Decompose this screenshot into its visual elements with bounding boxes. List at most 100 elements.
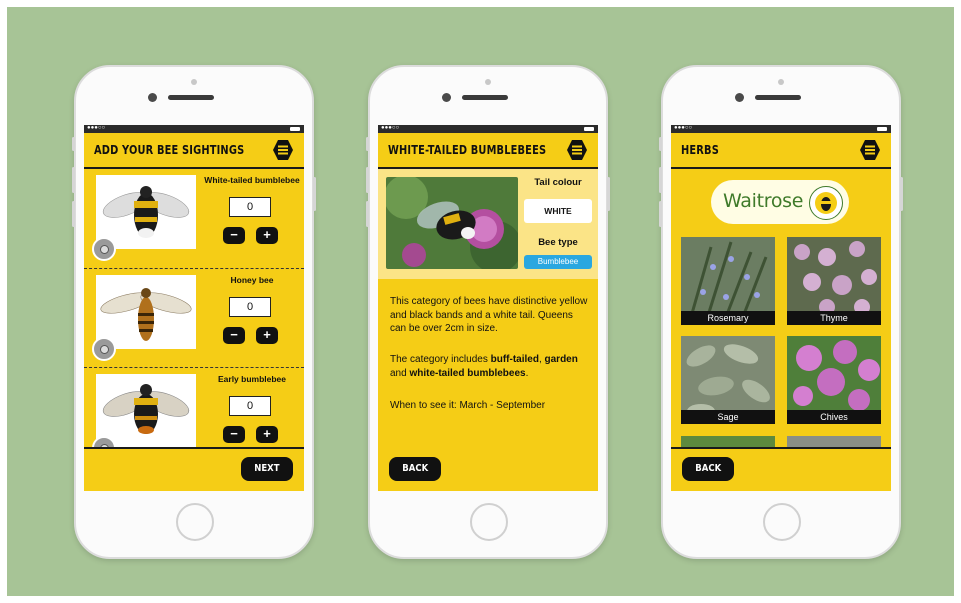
herb-tile-partial[interactable] xyxy=(681,435,775,447)
signal-icon: ●●●○○ xyxy=(674,125,693,131)
volume-up-button xyxy=(659,167,662,193)
herb-tile-chives[interactable]: Chives xyxy=(787,336,881,424)
mute-switch xyxy=(72,137,75,151)
home-button[interactable] xyxy=(763,503,801,541)
status-bar: ●●●○○ xyxy=(671,125,891,133)
sensor-dot xyxy=(191,79,197,85)
power-button xyxy=(313,177,316,211)
herb-label: Rosemary xyxy=(681,311,775,325)
earpiece-speaker xyxy=(755,95,801,100)
garden-text: garden xyxy=(544,354,578,365)
decrement-button[interactable]: − xyxy=(223,227,245,244)
herb-tile-partial[interactable] xyxy=(787,435,881,447)
tail-colour-label: Tail colour xyxy=(534,177,582,188)
power-button xyxy=(900,177,903,211)
includes-prefix: The category includes xyxy=(390,354,491,365)
species-name: Early bumblebee xyxy=(217,374,287,384)
battery-icon xyxy=(877,127,887,131)
volume-up-button xyxy=(366,167,369,193)
herb-tile-thyme[interactable]: Thyme xyxy=(787,237,881,325)
count-field[interactable]: 0 xyxy=(229,396,271,416)
herb-label: Sage xyxy=(681,410,775,424)
sensor-dot xyxy=(485,79,491,85)
app-header: HERBS xyxy=(671,133,891,169)
sensor-dot xyxy=(778,79,784,85)
status-bar: ●●●○○ xyxy=(378,125,598,133)
earpiece-speaker xyxy=(168,95,214,100)
bee-image-white-tailed xyxy=(96,175,196,249)
back-button[interactable]: BACK xyxy=(682,457,734,481)
herb-label: Thyme xyxy=(787,311,881,325)
page-title: ADD YOUR BEE SIGHTINGS xyxy=(94,143,245,157)
decrement-button[interactable]: − xyxy=(223,327,245,344)
species-name: Honey bee xyxy=(230,275,274,285)
footer-bar: BACK xyxy=(671,447,891,491)
front-camera xyxy=(148,93,157,102)
battery-icon xyxy=(584,127,594,131)
logo-text: Waitrose xyxy=(723,190,804,212)
signal-icon: ●●●○○ xyxy=(381,125,400,131)
bee-image-early-bumblebee xyxy=(96,374,196,448)
list-item: Honey bee 0 − + xyxy=(84,269,304,367)
battery-icon xyxy=(290,127,300,131)
list-item: White-tailed bumblebee 0 − + xyxy=(84,169,304,267)
app-header: WHITE-TAILED BUMBLEBEES xyxy=(378,133,598,169)
bee-type-label: Bee type xyxy=(538,237,578,248)
bee-photo xyxy=(386,177,518,269)
and-text: and xyxy=(390,367,410,379)
mute-switch xyxy=(366,137,369,151)
home-button[interactable] xyxy=(470,503,508,541)
view-details-icon[interactable] xyxy=(92,337,116,361)
screen-bee-sightings: ●●●○○ ADD YOUR BEE SIGHTINGS White-taile… xyxy=(84,125,304,491)
volume-up-button xyxy=(72,167,75,193)
herb-tile-sage[interactable]: Sage xyxy=(681,336,775,424)
species-name: White-tailed bumblebee xyxy=(204,175,300,185)
decrement-button[interactable]: − xyxy=(223,426,245,443)
earpiece-speaker xyxy=(462,95,508,100)
increment-button[interactable]: + xyxy=(256,227,278,244)
menu-icon[interactable] xyxy=(859,139,881,161)
mute-switch xyxy=(659,137,662,151)
tail-colour-value: WHITE xyxy=(524,199,592,223)
next-button[interactable]: NEXT xyxy=(241,457,293,481)
home-button[interactable] xyxy=(176,503,214,541)
screen-herbs: ●●●○○ HERBS Waitrose Rosemary Thyme Sage… xyxy=(671,125,891,491)
menu-icon[interactable] xyxy=(272,139,294,161)
volume-down-button xyxy=(659,201,662,227)
description-paragraph: This category of bees have distinctive y… xyxy=(390,296,588,334)
page-title: HERBS xyxy=(681,143,719,157)
herb-tile-rosemary[interactable]: Rosemary xyxy=(681,237,775,325)
back-label: BACK xyxy=(402,463,428,474)
waitrose-logo: Waitrose xyxy=(711,180,849,224)
view-details-icon[interactable] xyxy=(92,237,116,261)
bee-type-badge: Bumblebee xyxy=(524,255,592,269)
pollinator-seal-icon xyxy=(809,186,843,220)
when-to-see-text: When to see it: March - September xyxy=(390,400,546,411)
herb-label: Chives xyxy=(787,410,881,424)
phone-mockup-2: ●●●○○ WHITE-TAILED BUMBLEBEES Tail colou… xyxy=(366,65,610,559)
front-camera xyxy=(442,93,451,102)
buff-tailed-text: buff-tailed xyxy=(490,354,539,365)
status-bar: ●●●○○ xyxy=(84,125,304,133)
back-button[interactable]: BACK xyxy=(389,457,441,481)
detail-panel: Tail colour WHITE Bee type Bumblebee xyxy=(378,169,598,279)
power-button xyxy=(607,177,610,211)
signal-icon: ●●●○○ xyxy=(87,125,106,131)
screen-bee-detail: ●●●○○ WHITE-TAILED BUMBLEBEES Tail colou… xyxy=(378,125,598,491)
count-field[interactable]: 0 xyxy=(229,197,271,217)
back-label: BACK xyxy=(695,463,721,474)
next-label: NEXT xyxy=(254,463,280,474)
menu-icon[interactable] xyxy=(566,139,588,161)
includes-paragraph: The category includes buff-tailed, garde… xyxy=(390,353,590,380)
period-text: . xyxy=(525,367,529,379)
volume-down-button xyxy=(366,201,369,227)
increment-button[interactable]: + xyxy=(256,327,278,344)
canvas-background: ●●●○○ ADD YOUR BEE SIGHTINGS White-taile… xyxy=(7,7,954,596)
phone-mockup-3: ●●●○○ HERBS Waitrose Rosemary Thyme Sage… xyxy=(659,65,903,559)
footer-bar: NEXT xyxy=(84,447,304,491)
front-camera xyxy=(735,93,744,102)
app-header: ADD YOUR BEE SIGHTINGS xyxy=(84,133,304,169)
white-tailed-text: white-tailed bumblebees xyxy=(409,367,526,379)
increment-button[interactable]: + xyxy=(256,426,278,443)
count-field[interactable]: 0 xyxy=(229,297,271,317)
